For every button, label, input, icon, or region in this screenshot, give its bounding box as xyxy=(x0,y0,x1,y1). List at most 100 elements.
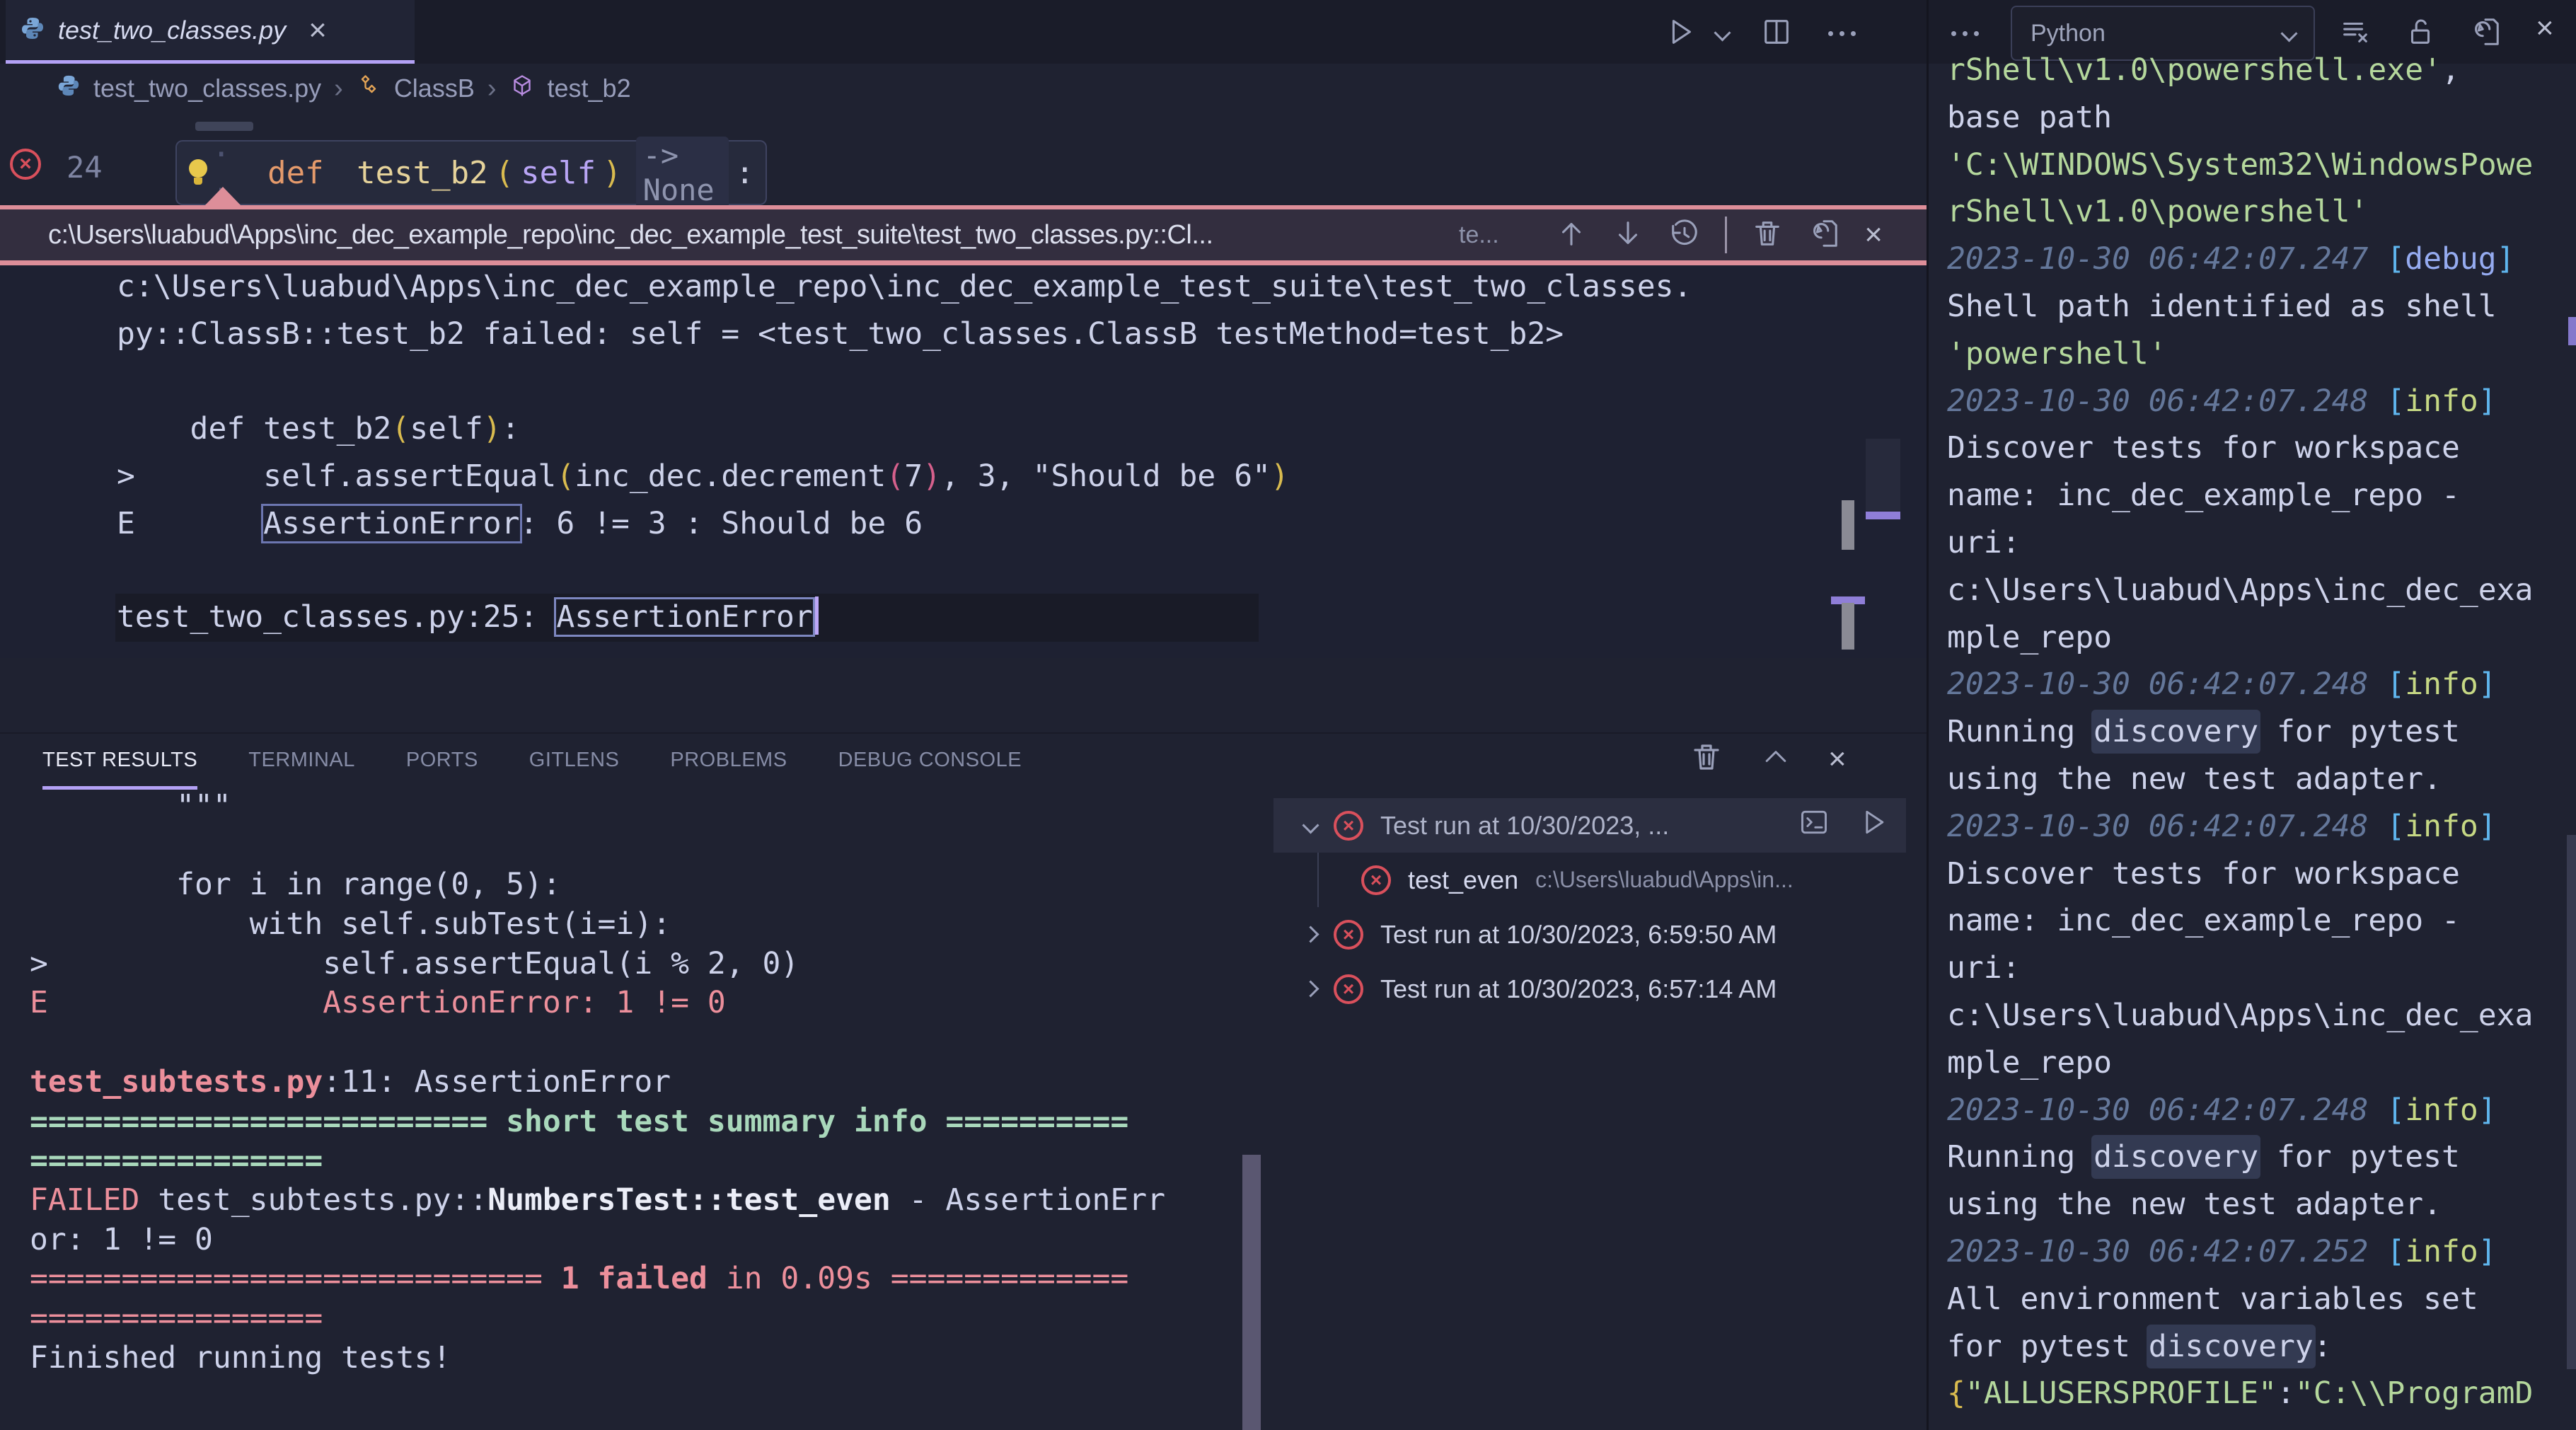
close-peek-icon[interactable]: × xyxy=(1864,219,1883,250)
tab-ports[interactable]: PORTS xyxy=(406,749,478,790)
python-file-icon xyxy=(20,16,45,45)
breadcrumb-class[interactable]: ClassB xyxy=(394,74,475,103)
test-results-output[interactable]: """ for i in range(0, 5): with self.subT… xyxy=(30,787,1232,1378)
python-output-log[interactable]: rShell\v1.0\powershell.exe',base path'C:… xyxy=(1947,47,2533,1417)
test-run-row[interactable]: × Test run at 10/30/2023, 6:59:50 AM xyxy=(1273,907,1906,962)
close-panel-icon[interactable]: × xyxy=(1828,744,1847,775)
test-run-row[interactable]: × Test run at 10/30/2023, 6:57:14 AM xyxy=(1273,962,1906,1016)
test-path: c:\Users\luabud\Apps\in... xyxy=(1535,867,1794,893)
test-failed-icon: × xyxy=(1334,811,1363,841)
tab-gitlens[interactable]: GITLENS xyxy=(529,749,620,790)
peek-error-text: c:\Users\luabud\Apps\inc_dec_example_rep… xyxy=(117,263,1692,595)
log-line xyxy=(117,548,1692,595)
log-line: c:\Users\luabud\Apps\inc_dec_example_rep… xyxy=(117,263,1692,311)
test-failed-icon: × xyxy=(1334,974,1363,1004)
output-scrollbar[interactable] xyxy=(2567,835,2576,1369)
log-line: 2023-10-30 06:42:07.247 [debug] xyxy=(1947,236,2533,283)
editor-scrollbar[interactable] xyxy=(1866,439,1900,511)
paren: ( xyxy=(495,155,514,191)
method-symbol-icon xyxy=(509,73,535,105)
open-file-icon[interactable] xyxy=(1808,217,1840,253)
log-line: ================ xyxy=(30,1299,1232,1339)
tab-problems[interactable]: PROBLEMS xyxy=(670,749,787,790)
rerun-icon[interactable] xyxy=(1858,807,1889,844)
log-line: base path xyxy=(1947,94,2533,142)
log-line: 2023-10-30 06:42:07.248 [info] xyxy=(1947,803,2533,850)
output-overview-mark xyxy=(2568,317,2576,345)
peek-title-path[interactable]: c:\Users\luabud\Apps\inc_dec_example_rep… xyxy=(48,220,1213,250)
log-line: Shell path identified as shell xyxy=(1947,283,2533,330)
log-line: for pytest discovery: xyxy=(1947,1323,2533,1371)
peek-anchor-arrow xyxy=(204,187,242,207)
clear-results-trash-icon[interactable] xyxy=(1751,217,1784,253)
code-line-24[interactable]: · · def test_b2(self) -> None : xyxy=(175,140,767,205)
log-line: ============================ 1 failed in… xyxy=(30,1259,1232,1299)
chevron-right-icon[interactable] xyxy=(1302,980,1319,997)
line-number: 24 xyxy=(67,150,103,185)
indent-guide xyxy=(1317,853,1319,907)
history-icon[interactable] xyxy=(1668,217,1701,253)
log-line: FAILED test_subtests.py::NumbersTest::te… xyxy=(30,1181,1232,1221)
log-line: 2023-10-30 06:42:07.248 [info] xyxy=(1947,661,2533,708)
test-failed-icon: × xyxy=(1361,865,1391,895)
clear-panel-trash-icon[interactable] xyxy=(1690,740,1723,778)
self-arg: self xyxy=(521,155,596,191)
test-run-row[interactable]: × Test run at 10/30/2023, ... xyxy=(1273,798,1906,853)
split-editor-icon[interactable] xyxy=(1760,16,1793,52)
chevron-right-icon[interactable] xyxy=(1302,926,1319,942)
maximize-panel-icon[interactable] xyxy=(1760,742,1791,776)
log-line: using the new test adapter. xyxy=(1947,756,2533,803)
log-line: def test_b2(self): xyxy=(117,405,1692,453)
log-line: c:\Users\luabud\Apps\inc_dec_exa xyxy=(1947,992,2533,1039)
vscode-window: test_two_classes.py × Python × xyxy=(0,0,2576,1430)
log-line: mple_repo xyxy=(1947,614,2533,662)
log-line: or: 1 != 0 xyxy=(30,1221,1232,1260)
breadcrumb-separator: › xyxy=(487,74,497,104)
tab-title: test_two_classes.py xyxy=(58,16,286,45)
next-error-icon[interactable] xyxy=(1612,217,1644,253)
log-line: py::ClassB::test_b2 failed: self = <test… xyxy=(117,311,1692,358)
error-gutter-icon[interactable]: × xyxy=(10,149,41,180)
peek-title-secondary: te... xyxy=(1459,221,1499,249)
log-line: Finished running tests! xyxy=(30,1339,1232,1378)
log-line: ================ xyxy=(30,1141,1232,1181)
log-line: name: inc_dec_example_repo - xyxy=(1947,897,2533,945)
log-line: ========================= short test sum… xyxy=(30,1102,1232,1142)
tab-close-icon[interactable]: × xyxy=(308,15,327,46)
terminal-output-icon[interactable] xyxy=(1798,807,1830,844)
log-line: test_subtests.py:11: AssertionError xyxy=(30,1063,1232,1102)
log-line: rShell\v1.0\powershell' xyxy=(1947,188,2533,236)
log-line: 2023-10-30 06:42:07.248 [info] xyxy=(1947,378,2533,425)
breadcrumb-method[interactable]: test_b2 xyxy=(548,74,631,103)
close-panel-icon[interactable]: × xyxy=(2536,13,2554,44)
test-name: test_even xyxy=(1408,865,1518,895)
previous-error-icon[interactable] xyxy=(1555,217,1588,253)
log-line: rShell\v1.0\powershell.exe', xyxy=(1947,47,2533,94)
python-file-icon xyxy=(57,74,81,104)
lightbulb-icon[interactable] xyxy=(188,159,201,186)
log-line: """ xyxy=(30,787,1232,826)
breadcrumb-file[interactable]: test_two_classes.py xyxy=(93,74,321,103)
tab-test-two-classes[interactable]: test_two_classes.py × xyxy=(6,0,415,64)
log-line: Discover tests for workspace xyxy=(1947,850,2533,898)
log-line xyxy=(30,1023,1232,1063)
output-channel-value: Python xyxy=(2031,20,2106,47)
toolbar-separator xyxy=(1725,217,1727,253)
run-button[interactable] xyxy=(1664,16,1697,52)
results-scrollbar[interactable] xyxy=(1242,1155,1261,1430)
return-type-inlay-hint: -> None xyxy=(636,137,729,209)
peek-header: c:\Users\luabud\Apps\inc_dec_example_rep… xyxy=(0,209,1927,260)
peek-current-line[interactable]: test_two_classes.py:25: AssertionError xyxy=(115,594,1259,642)
test-failed-icon: × xyxy=(1334,920,1363,950)
test-run-child-row[interactable]: × test_even c:\Users\luabud\Apps\in... xyxy=(1273,853,1906,907)
tab-test-results[interactable]: TEST RESULTS xyxy=(42,749,197,790)
overview-ruler-mark xyxy=(1842,603,1854,650)
editor-group-divider[interactable] xyxy=(1927,0,1929,1430)
log-line: > self.assertEqual(i % 2, 0) xyxy=(30,945,1232,984)
log-line: Running discovery for pytest xyxy=(1947,708,2533,756)
chevron-down-icon[interactable] xyxy=(1302,817,1319,834)
log-line xyxy=(30,826,1232,866)
run-dropdown-icon[interactable] xyxy=(1714,24,1731,41)
tab-debug-console[interactable]: DEBUG CONSOLE xyxy=(838,749,1022,790)
tab-terminal[interactable]: TERMINAL xyxy=(248,749,355,790)
